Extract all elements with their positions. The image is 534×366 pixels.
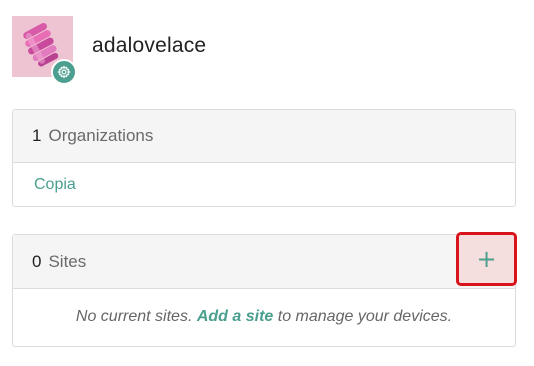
add-site-link[interactable]: Add a site (197, 308, 273, 325)
empty-sites-message: No current sites. Add a site to manage y… (13, 308, 515, 326)
add-site-button[interactable]: + (456, 232, 517, 286)
sites-header: 0 Sites + (13, 232, 517, 289)
profile-header: adalovelace (12, 16, 206, 85)
sites-card: 0 Sites + No current sites. Add a site t… (12, 232, 517, 347)
organization-link-copia[interactable]: Copia (34, 176, 76, 194)
empty-message-prefix: No current sites. (75, 308, 193, 325)
avatar (12, 16, 77, 85)
plus-icon: + (476, 245, 497, 273)
sites-title: Sites (48, 251, 87, 271)
organizations-title: Organizations (48, 126, 154, 145)
organizations-count: 1 (32, 126, 42, 145)
organizations-header: 1 Organizations (13, 110, 515, 163)
sites-count: 0 (32, 251, 42, 271)
organizations-card: 1 Organizations Copia (12, 109, 516, 207)
gear-icon[interactable] (51, 59, 77, 85)
empty-message-suffix: to manage your devices. (277, 308, 453, 325)
username: adalovelace (92, 34, 207, 57)
